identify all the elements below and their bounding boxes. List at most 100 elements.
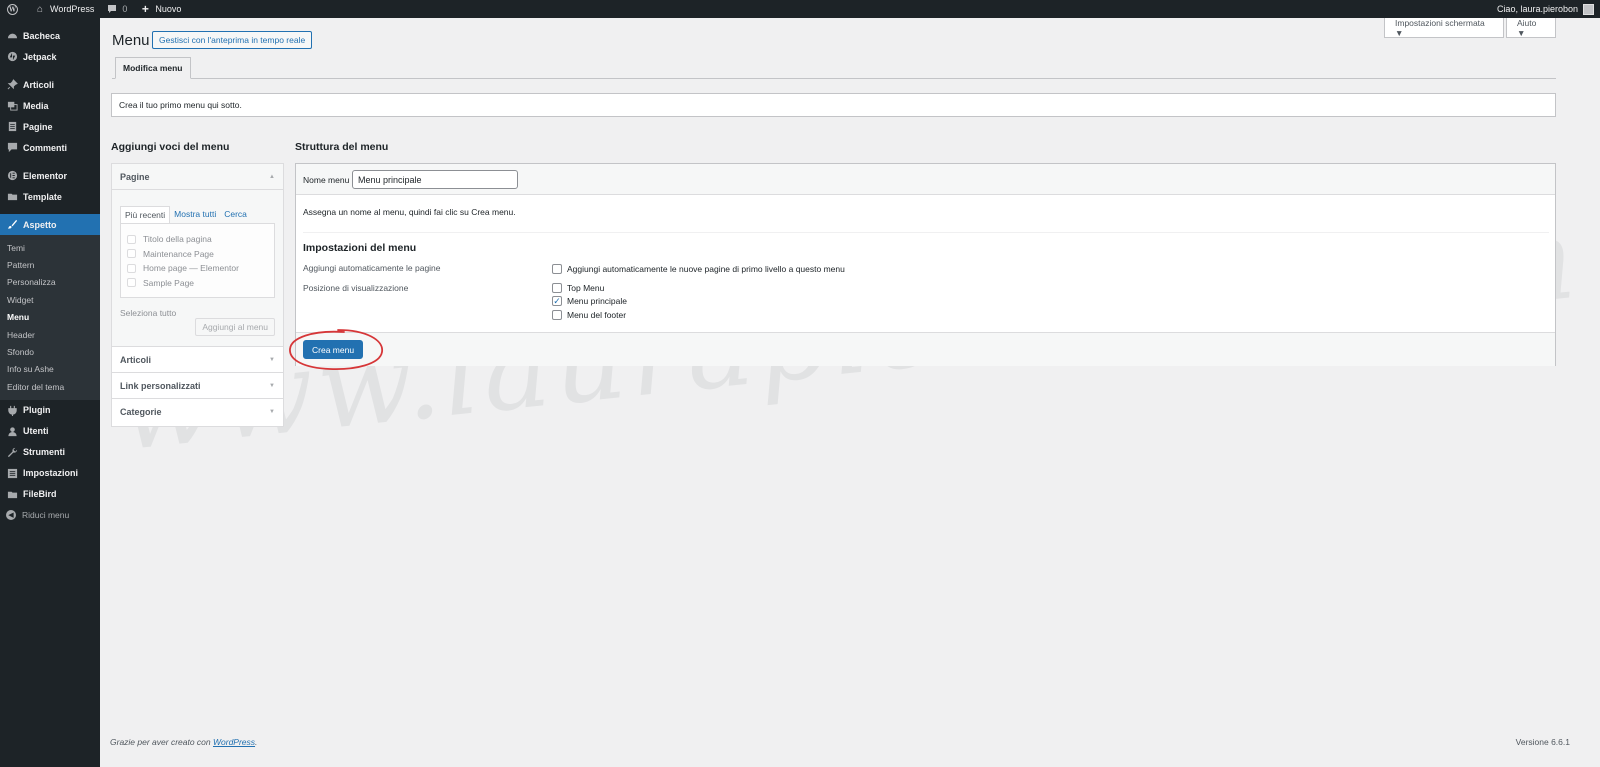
menu-name-row: Nome menu <box>296 164 1555 195</box>
list-item[interactable]: Home page — Elementor <box>127 261 268 276</box>
submenu-item-sfondo[interactable]: Sfondo <box>0 343 100 360</box>
sidebar-item-articoli[interactable]: Articoli <box>0 74 100 95</box>
sidebar-label: Media <box>23 100 49 111</box>
comments-link[interactable]: 0 <box>100 0 133 18</box>
menu-settings-title: Impostazioni del menu <box>303 242 417 254</box>
sidebar-label: FileBird <box>23 489 57 500</box>
comments-count: 0 <box>122 4 128 14</box>
create-menu-button[interactable]: Crea menu <box>303 340 364 359</box>
greeting: Ciao, laura.pierobon <box>1496 4 1578 14</box>
sidebar-label: Jetpack <box>23 51 57 62</box>
add-to-menu-button[interactable]: Aggiungi al menu <box>195 318 275 336</box>
footer-period: . <box>255 737 258 747</box>
svg-text:W: W <box>8 6 16 13</box>
tab-view-all[interactable]: Mostra tutti <box>170 206 220 223</box>
sidebar-item-impostazioni[interactable]: Impostazioni <box>0 463 100 484</box>
elementor-icon <box>6 170 18 182</box>
auto-add-checkbox[interactable] <box>552 264 562 274</box>
tab-edit-menus[interactable]: Modifica menu <box>115 57 191 79</box>
submenu-item-temi[interactable]: Temi <box>0 239 100 256</box>
divider <box>303 232 1549 233</box>
site-name: WordPress <box>50 4 95 14</box>
tab-search[interactable]: Cerca <box>220 206 251 223</box>
location-checkbox-checked[interactable]: ✓ <box>552 296 562 306</box>
list-item[interactable]: Titolo della pagina <box>127 232 268 247</box>
site-name-link[interactable]: ⌂ WordPress <box>28 0 100 18</box>
location-option-top-menu[interactable]: Top Menu <box>552 283 604 293</box>
page-checkbox[interactable] <box>127 249 136 259</box>
wordpress-link[interactable]: WordPress <box>213 737 255 747</box>
collapse-label: Riduci menu <box>22 510 70 521</box>
submenu-item-editor-tema[interactable]: Editor del tema <box>0 378 100 395</box>
accordion-categorie-header[interactable]: Categorie ▼ <box>112 399 283 425</box>
users-icon <box>6 425 18 437</box>
wp-logo-menu[interactable]: W <box>0 0 28 18</box>
screen-options-toggle[interactable]: Impostazioni schermata ▼ <box>1384 18 1504 38</box>
home-icon: ⌂ <box>36 3 44 15</box>
auto-add-option[interactable]: Aggiungi automaticamente le nuove pagine… <box>552 264 845 274</box>
add-menu-items-panel: Pagine ▲ Più recenti Mostra tutti Cerca … <box>111 163 284 427</box>
sidebar-label: Plugin <box>23 405 51 416</box>
admin-bar: W ⌂ WordPress 0 + Nuovo Ciao, laura.pier… <box>0 0 1600 18</box>
sidebar-item-aspetto[interactable]: Aspetto <box>0 214 100 235</box>
page-title: Menu <box>112 32 150 49</box>
accordion-pages-header[interactable]: Pagine ▲ <box>112 164 283 190</box>
caret-down-icon: ▼ <box>269 409 275 415</box>
live-preview-button[interactable]: Gestisci con l'anteprima in tempo reale <box>152 31 313 49</box>
select-all-label[interactable]: Seleziona tutto <box>120 308 176 318</box>
submenu-item-info-ashe[interactable]: Info su Ashe <box>0 361 100 378</box>
collapse-menu-button[interactable]: ◀ Riduci menu <box>0 505 100 526</box>
sidebar-label: Pagine <box>23 121 53 132</box>
tools-icon <box>6 446 18 458</box>
menu-name-input[interactable] <box>352 170 518 189</box>
my-account[interactable]: Ciao, laura.pierobon <box>1496 3 1600 15</box>
submenu-item-menu[interactable]: Menu <box>0 309 100 326</box>
accordion-label: Pagine <box>120 171 150 182</box>
sidebar-item-filebird[interactable]: FileBird <box>0 484 100 505</box>
page-checkbox[interactable] <box>127 263 136 273</box>
plugin-icon <box>6 404 18 416</box>
display-location-label: Posizione di visualizzazione <box>303 283 409 293</box>
sidebar-label: Commenti <box>23 142 68 153</box>
sidebar-item-bacheca[interactable]: Bacheca <box>0 25 100 46</box>
caret-up-icon: ▲ <box>269 173 275 180</box>
page-checkbox[interactable] <box>127 234 136 244</box>
location-checkbox[interactable] <box>552 283 562 293</box>
sidebar-label: Impostazioni <box>23 468 79 479</box>
sidebar-item-media[interactable]: Media <box>0 95 100 116</box>
sidebar-item-jetpack[interactable]: Jetpack <box>0 46 100 67</box>
accordion-custom-links-header[interactable]: Link personalizzati ▼ <box>112 373 283 399</box>
pages-checklist: Titolo della pagina Maintenance Page Hom… <box>120 223 275 298</box>
add-items-title: Aggiungi voci del menu <box>111 141 230 153</box>
location-option-primary[interactable]: ✓ Menu principale <box>552 296 627 306</box>
page-checkbox[interactable] <box>127 278 136 288</box>
page-label: Home page — Elementor <box>143 263 239 274</box>
sidebar-item-utenti[interactable]: Utenti <box>0 421 100 442</box>
sidebar-item-plugin[interactable]: Plugin <box>0 400 100 421</box>
wordpress-logo-icon: W <box>6 3 18 15</box>
list-item[interactable]: Maintenance Page <box>127 247 268 262</box>
accordion-label: Categorie <box>120 407 162 417</box>
sidebar-label: Articoli <box>23 79 55 90</box>
tab-most-recent[interactable]: Più recenti <box>120 206 171 223</box>
sidebar-item-template[interactable]: Template <box>0 186 100 207</box>
sidebar-item-strumenti[interactable]: Strumenti <box>0 442 100 463</box>
help-toggle[interactable]: Aiuto ▼ <box>1506 18 1556 38</box>
sidebar-label: Aspetto <box>23 219 57 230</box>
page-icon <box>6 121 18 133</box>
sidebar-item-pagine[interactable]: Pagine <box>0 116 100 137</box>
footer-thanks: Grazie per aver creato con WordPress. <box>110 737 257 747</box>
submenu-item-personalizza[interactable]: Personalizza <box>0 274 100 291</box>
location-option-footer[interactable]: Menu del footer <box>552 310 626 320</box>
new-content-link[interactable]: + Nuovo <box>133 0 187 18</box>
submenu-item-pattern[interactable]: Pattern <box>0 256 100 273</box>
submenu-item-header[interactable]: Header <box>0 326 100 343</box>
sidebar-item-elementor[interactable]: Elementor <box>0 165 100 186</box>
caret-down-icon: ▼ <box>269 356 275 363</box>
accordion-articoli-header[interactable]: Articoli ▼ <box>112 347 283 373</box>
location-checkbox[interactable] <box>552 310 562 320</box>
list-item[interactable]: Sample Page <box>127 276 268 291</box>
submenu-item-widget[interactable]: Widget <box>0 291 100 308</box>
sidebar-item-commenti[interactable]: Commenti <box>0 137 100 158</box>
location-label: Top Menu <box>567 283 605 293</box>
